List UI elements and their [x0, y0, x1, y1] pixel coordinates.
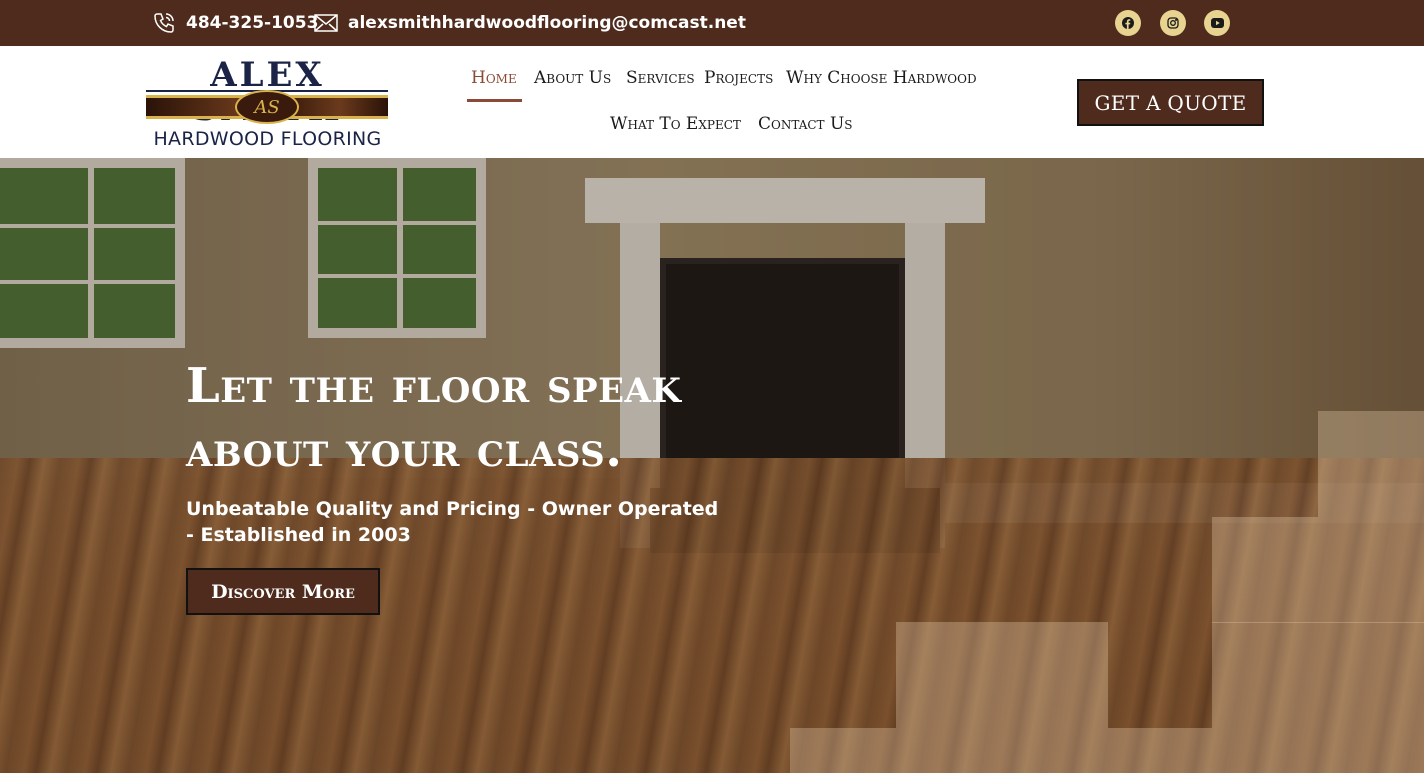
nav-item-what-to-expect[interactable]: What To Expect	[610, 114, 741, 134]
phone-icon	[154, 13, 174, 33]
hero-heading: Let the floor speak about your class.	[186, 358, 682, 478]
email-address[interactable]: alexsmithhardwoodflooring@comcast.net	[348, 13, 746, 33]
facebook-icon	[1122, 17, 1134, 29]
hero-banner: Let the floor speak about your class. Un…	[0, 158, 1424, 773]
nav-item-projects[interactable]: Projects	[704, 68, 773, 88]
decor-tile	[1318, 411, 1424, 517]
company-logo[interactable]: ALEX SMITH AS HARDWOOD FLOORING	[145, 58, 390, 150]
email-contact[interactable]: alexsmithhardwoodflooring@comcast.net	[314, 0, 746, 46]
decor-tile	[1212, 517, 1424, 623]
instagram-link[interactable]	[1160, 10, 1186, 36]
decor-tile	[790, 728, 1424, 773]
top-bar: 484-325-1053 alexsmithhardwoodflooring@c…	[0, 0, 1424, 46]
phone-number[interactable]: 484-325-1053	[186, 13, 318, 33]
nav-active-underline	[467, 99, 522, 102]
nav-item-services[interactable]: Services	[626, 68, 695, 88]
nav-item-about-us[interactable]: About Us	[534, 68, 611, 88]
facebook-link[interactable]	[1115, 10, 1141, 36]
nav-item-home[interactable]: Home	[471, 68, 517, 88]
nav-item-contact-us[interactable]: Contact Us	[758, 114, 853, 134]
nav-item-why-choose-hardwood[interactable]: Why Choose Hardwood	[786, 68, 977, 88]
phone-contact[interactable]: 484-325-1053	[152, 0, 318, 46]
get-a-quote-button[interactable]: GET A QUOTE	[1077, 79, 1264, 126]
youtube-icon	[1210, 18, 1224, 28]
logo-monogram: AS	[235, 90, 299, 124]
envelope-icon	[314, 14, 338, 32]
hero-tagline: Unbeatable Quality and Pricing - Owner O…	[186, 498, 719, 546]
decor-tile	[896, 622, 1108, 728]
logo-subtitle: HARDWOOD FLOORING	[153, 128, 382, 150]
instagram-icon	[1167, 17, 1179, 29]
youtube-link[interactable]	[1204, 10, 1230, 36]
discover-more-button[interactable]: Discover More	[186, 568, 380, 615]
site-header: ALEX SMITH AS HARDWOOD FLOORING Home Abo…	[0, 46, 1424, 158]
decor-tile	[1212, 622, 1424, 728]
